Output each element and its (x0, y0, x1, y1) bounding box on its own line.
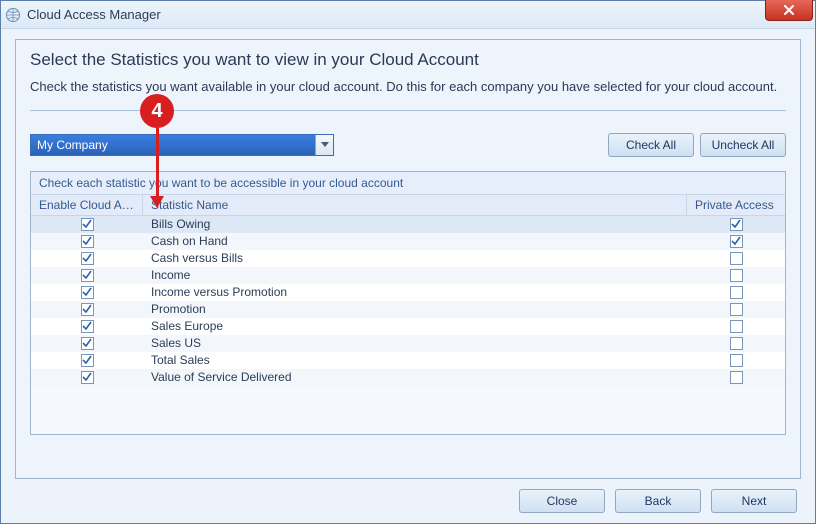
enable-cell (31, 218, 143, 231)
grid-body: Bills Owing Cash on Hand Cash versus Bills… (31, 216, 785, 386)
close-window-button[interactable] (765, 0, 813, 21)
enable-checkbox[interactable] (81, 269, 94, 282)
enable-cell (31, 320, 143, 333)
page-heading: Select the Statistics you want to view i… (30, 50, 786, 70)
name-cell: Total Sales (143, 353, 687, 367)
uncheck-all-button[interactable]: Uncheck All (700, 133, 786, 157)
enable-cell (31, 235, 143, 248)
private-cell (687, 269, 785, 282)
private-checkbox[interactable] (730, 218, 743, 231)
table-row[interactable]: Income versus Promotion (31, 284, 785, 301)
col-enable[interactable]: Enable Cloud Acc... (31, 195, 143, 215)
table-row[interactable]: Sales Europe (31, 318, 785, 335)
name-cell: Income versus Promotion (143, 285, 687, 299)
enable-cell (31, 371, 143, 384)
col-private[interactable]: Private Access (687, 195, 785, 215)
next-button[interactable]: Next (711, 489, 797, 513)
private-cell (687, 371, 785, 384)
name-cell: Cash on Hand (143, 234, 687, 248)
company-select-value: My Company (31, 135, 315, 155)
private-checkbox[interactable] (730, 252, 743, 265)
name-cell: Income (143, 268, 687, 282)
table-row[interactable]: Income (31, 267, 785, 284)
name-cell: Bills Owing (143, 217, 687, 231)
titlebar: Cloud Access Manager (1, 1, 815, 29)
private-checkbox[interactable] (730, 320, 743, 333)
enable-checkbox[interactable] (81, 303, 94, 316)
private-cell (687, 303, 785, 316)
private-cell (687, 252, 785, 265)
name-cell: Value of Service Delivered (143, 370, 687, 384)
footer-buttons: Close Back Next (519, 489, 797, 513)
table-row[interactable]: Cash on Hand (31, 233, 785, 250)
grid-header: Enable Cloud Acc... Statistic Name Priva… (31, 195, 785, 216)
table-row[interactable]: Sales US (31, 335, 785, 352)
private-cell (687, 354, 785, 367)
name-cell: Sales Europe (143, 319, 687, 333)
close-button[interactable]: Close (519, 489, 605, 513)
enable-checkbox[interactable] (81, 218, 94, 231)
enable-cell (31, 252, 143, 265)
enable-checkbox[interactable] (81, 286, 94, 299)
page-subtext: Check the statistics you want available … (30, 78, 786, 96)
col-name[interactable]: Statistic Name (143, 195, 687, 215)
enable-cell (31, 269, 143, 282)
controls-row: My Company Check All Uncheck All (30, 133, 786, 157)
enable-checkbox[interactable] (81, 371, 94, 384)
private-checkbox[interactable] (730, 337, 743, 350)
private-checkbox[interactable] (730, 371, 743, 384)
enable-cell (31, 354, 143, 367)
divider (30, 110, 786, 111)
inner-panel: Select the Statistics you want to view i… (15, 39, 801, 479)
private-checkbox[interactable] (730, 354, 743, 367)
enable-cell (31, 303, 143, 316)
enable-checkbox[interactable] (81, 252, 94, 265)
company-select[interactable]: My Company (30, 134, 334, 156)
enable-cell (31, 337, 143, 350)
private-checkbox[interactable] (730, 269, 743, 282)
table-row[interactable]: Total Sales (31, 352, 785, 369)
private-cell (687, 320, 785, 333)
name-cell: Cash versus Bills (143, 251, 687, 265)
app-window: Cloud Access Manager Select the Statisti… (0, 0, 816, 524)
private-checkbox[interactable] (730, 303, 743, 316)
private-checkbox[interactable] (730, 286, 743, 299)
name-cell: Sales US (143, 336, 687, 350)
statistics-grid: Check each statistic you want to be acce… (30, 171, 786, 435)
private-cell (687, 286, 785, 299)
enable-checkbox[interactable] (81, 320, 94, 333)
enable-checkbox[interactable] (81, 354, 94, 367)
globe-icon (5, 7, 21, 23)
table-row[interactable]: Cash versus Bills (31, 250, 785, 267)
grid-caption: Check each statistic you want to be acce… (31, 172, 785, 195)
annotation-badge: 4 (140, 94, 174, 128)
enable-cell (31, 286, 143, 299)
enable-checkbox[interactable] (81, 235, 94, 248)
private-cell (687, 218, 785, 231)
window-title: Cloud Access Manager (27, 7, 161, 22)
table-row[interactable]: Bills Owing (31, 216, 785, 233)
enable-checkbox[interactable] (81, 337, 94, 350)
table-row[interactable]: Value of Service Delivered (31, 369, 785, 386)
back-button[interactable]: Back (615, 489, 701, 513)
table-row[interactable]: Promotion (31, 301, 785, 318)
name-cell: Promotion (143, 302, 687, 316)
private-cell (687, 235, 785, 248)
private-checkbox[interactable] (730, 235, 743, 248)
private-cell (687, 337, 785, 350)
content-area: Select the Statistics you want to view i… (1, 29, 815, 523)
check-all-button[interactable]: Check All (608, 133, 694, 157)
chevron-down-icon[interactable] (315, 135, 333, 155)
